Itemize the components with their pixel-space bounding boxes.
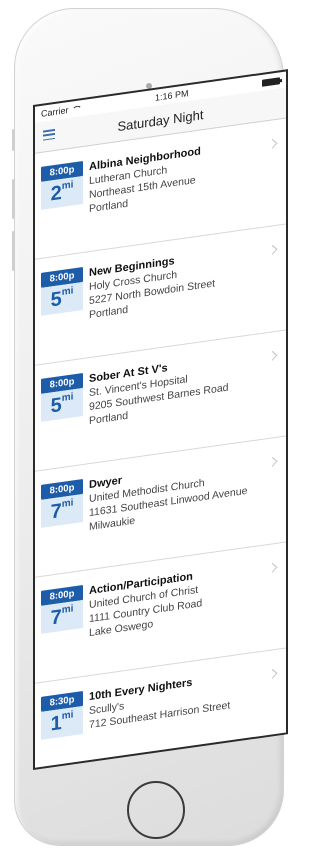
meeting-badge: 8:00p 2mi [41, 160, 83, 210]
wifi-icon [71, 104, 82, 114]
meeting-distance: 5mi [41, 387, 83, 422]
status-time: 1:16 PM [154, 88, 189, 103]
meeting-badge: 8:00p 7mi [41, 584, 83, 634]
meeting-distance: 7mi [41, 599, 83, 634]
meeting-badge: 8:00p 5mi [41, 266, 83, 316]
home-button[interactable] [127, 781, 185, 839]
meeting-badge: 8:00p 5mi [41, 372, 83, 422]
meeting-distance: 2mi [41, 175, 83, 210]
meeting-badge: 8:30p 1mi [41, 690, 83, 740]
volume-up-button [12, 179, 15, 219]
meeting-distance: 7mi [41, 493, 83, 528]
meeting-list: 8:00p 2mi Albina Neighborhood Lutheran C… [35, 118, 286, 768]
menu-icon[interactable] [43, 128, 55, 141]
meeting-distance: 1mi [41, 705, 83, 740]
phone-frame: Carrier 1:16 PM Saturday Night 8:00p 2mi [12, 8, 288, 846]
page-title: Saturday Night [117, 106, 204, 134]
silent-switch [12, 129, 15, 151]
meeting-badge: 8:00p 7mi [41, 478, 83, 528]
volume-down-button [12, 231, 15, 271]
battery-icon [261, 76, 280, 87]
meeting-distance: 5mi [41, 281, 83, 316]
screen-bezel: Carrier 1:16 PM Saturday Night 8:00p 2mi [33, 69, 288, 770]
screen: Carrier 1:16 PM Saturday Night 8:00p 2mi [35, 71, 286, 768]
carrier-label: Carrier [41, 105, 69, 119]
